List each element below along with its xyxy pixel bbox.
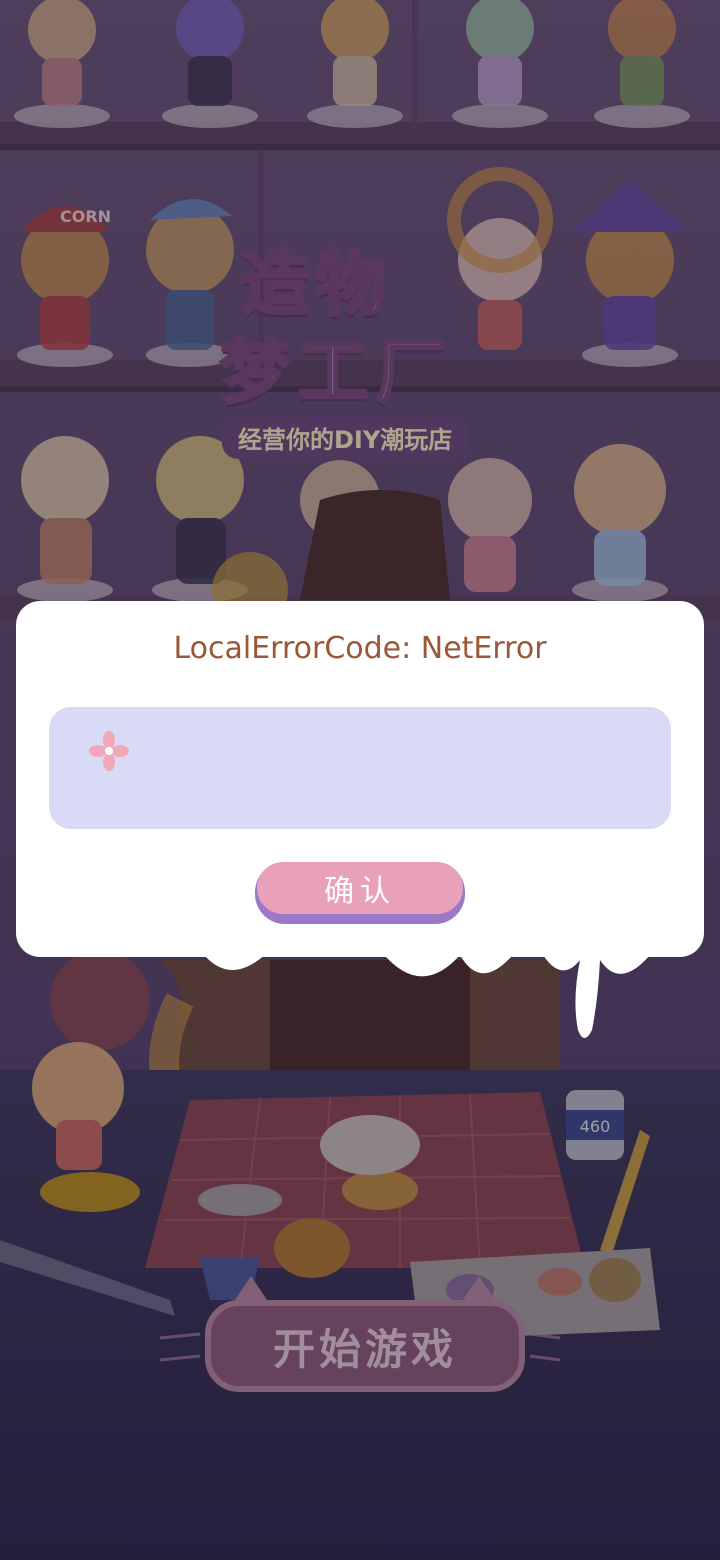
flower-icon <box>89 731 129 771</box>
dialog-title: LocalErrorCode: NetError <box>173 631 547 666</box>
error-dialog: LocalErrorCode: NetError 确认 <box>16 601 704 957</box>
confirm-button[interactable]: 确认 <box>255 862 465 924</box>
message-box <box>49 707 671 829</box>
confirm-button-label: 确认 <box>257 862 463 914</box>
